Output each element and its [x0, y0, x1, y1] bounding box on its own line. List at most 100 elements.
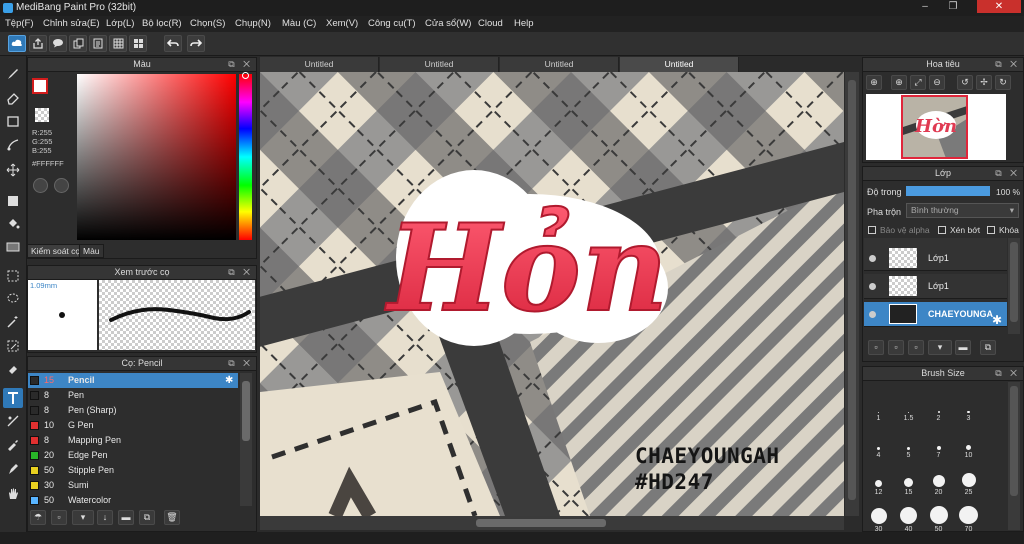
- menu-help[interactable]: Help: [514, 18, 534, 29]
- magic-wand-icon[interactable]: [3, 312, 23, 332]
- brush-list-item[interactable]: 30 Sumi: [28, 478, 238, 493]
- brush-size-option[interactable]: 7: [924, 432, 953, 460]
- brush-size-option[interactable]: 12: [864, 469, 893, 497]
- dot-tool-icon[interactable]: [3, 135, 23, 155]
- grid-icon[interactable]: [109, 35, 127, 52]
- protect-alpha-checkbox[interactable]: [868, 226, 876, 234]
- layer-row[interactable]: Lớp1: [864, 246, 1007, 271]
- tab-document-3[interactable]: Untitled: [500, 57, 619, 72]
- brush-size-option[interactable]: 15: [894, 469, 923, 497]
- opacity-slider[interactable]: [906, 186, 990, 196]
- select-pen-icon[interactable]: [3, 336, 23, 356]
- menu-filter[interactable]: Bộ lọc(R): [142, 18, 182, 29]
- brush-size-option[interactable]: 10: [954, 432, 983, 460]
- tab-brush-control[interactable]: Kiểm soát cọ: [27, 244, 85, 258]
- add-brush-icon[interactable]: ☂: [30, 510, 46, 525]
- duplicate-layer-icon[interactable]: ⧉: [980, 340, 996, 355]
- tab-document-1[interactable]: Untitled: [260, 57, 379, 72]
- clip-checkbox[interactable]: [938, 226, 946, 234]
- panel-buttons[interactable]: ⧉ ✕: [228, 357, 253, 370]
- brush-size-option[interactable]: 30: [864, 506, 893, 534]
- close-button[interactable]: ✕: [977, 0, 1021, 13]
- brush-size-option[interactable]: 2: [924, 395, 953, 423]
- brush-size-scrollbar[interactable]: [1008, 382, 1020, 530]
- layer-folder-icon[interactable]: ▬: [955, 340, 971, 355]
- zoom-in-icon[interactable]: ⊕: [866, 75, 882, 90]
- lasso-tool-icon[interactable]: [3, 289, 23, 309]
- panel-buttons[interactable]: ⧉ ✕: [995, 58, 1020, 71]
- layer-row[interactable]: CHAEYOUNGA: [864, 302, 1007, 327]
- lock-checkbox[interactable]: [987, 226, 995, 234]
- eye-icon[interactable]: [869, 283, 876, 290]
- transparent-swatch[interactable]: [35, 108, 49, 122]
- divide-tool-icon[interactable]: [3, 411, 23, 431]
- move-tool-icon[interactable]: [3, 160, 23, 180]
- panel-buttons[interactable]: ⧉ ✕: [995, 167, 1020, 180]
- brush-list-item[interactable]: 50 Watercolor: [28, 493, 238, 508]
- new-layer-2-icon[interactable]: ▫: [888, 340, 904, 355]
- brush-size-option[interactable]: 20: [924, 469, 953, 497]
- eyedropper-tool-icon[interactable]: [3, 434, 23, 454]
- brush-size-option[interactable]: 25: [954, 469, 983, 497]
- layer-row[interactable]: Lớp1: [864, 274, 1007, 299]
- duplicate-brush-icon[interactable]: ⧉: [139, 510, 155, 525]
- rotate-left-icon[interactable]: ↺: [957, 75, 973, 90]
- panel-buttons[interactable]: ⧉ ✕: [228, 58, 253, 71]
- brush-size-scroll-thumb[interactable]: [1010, 386, 1018, 496]
- eye-icon[interactable]: [869, 255, 876, 262]
- brush-size-option[interactable]: 1.5: [894, 395, 923, 423]
- saturation-value-picker[interactable]: [77, 74, 236, 240]
- new-brush-icon[interactable]: ▫: [51, 510, 67, 525]
- palette-settings-icon[interactable]: [54, 178, 69, 193]
- fit-screen-icon[interactable]: ⤢: [910, 75, 926, 90]
- menu-cloud[interactable]: Cloud: [478, 18, 503, 29]
- brush-settings-gear-icon[interactable]: ✱: [225, 375, 233, 386]
- restore-button[interactable]: ❐: [940, 0, 966, 13]
- tab-document-2[interactable]: Untitled: [380, 57, 499, 72]
- brush-list-item[interactable]: 8 Mapping Pen: [28, 433, 238, 448]
- folder-icon[interactable]: ▬: [118, 510, 134, 525]
- panel-buttons[interactable]: ⧉ ✕: [995, 367, 1020, 380]
- brush-size-option[interactable]: 3: [954, 395, 983, 423]
- pen-nib-icon[interactable]: [3, 459, 23, 479]
- fill-rect-tool-icon[interactable]: [3, 191, 23, 211]
- rotate-right-icon[interactable]: ↻: [995, 75, 1011, 90]
- cloud-icon[interactable]: [8, 35, 26, 52]
- brush-size-option[interactable]: 1: [864, 395, 893, 423]
- zoom-out-icon[interactable]: ⊖: [929, 75, 945, 90]
- zoom-in-2-icon[interactable]: ⊕: [891, 75, 907, 90]
- text-tool-icon[interactable]: [3, 388, 23, 408]
- menu-tools[interactable]: Công cụ(T): [368, 18, 416, 29]
- canvas-horizontal-scrollbar[interactable]: [260, 516, 844, 530]
- hand-tool-icon[interactable]: [3, 484, 23, 504]
- download-brush-icon[interactable]: ↓: [97, 510, 113, 525]
- navigator-viewport[interactable]: Hờn: [901, 95, 968, 159]
- menu-capture[interactable]: Chụp(N): [235, 18, 271, 29]
- menu-select[interactable]: Chọn(S): [190, 18, 225, 29]
- canvas-vertical-scrollbar[interactable]: [845, 72, 859, 516]
- eye-icon[interactable]: [869, 311, 876, 318]
- canvas-horizontal-scroll-thumb[interactable]: [476, 519, 606, 527]
- palette-icon[interactable]: [33, 178, 48, 193]
- hue-slider[interactable]: [239, 74, 252, 240]
- canvas-vertical-scroll-thumb[interactable]: [848, 80, 856, 500]
- layer-scrollbar[interactable]: [1008, 238, 1020, 334]
- brush-list-item[interactable]: 8 Pen: [28, 388, 238, 403]
- brush-menu-icon[interactable]: ▾: [72, 510, 94, 525]
- layer-row-partial[interactable]: [864, 238, 1007, 246]
- brush-size-option[interactable]: 50: [924, 506, 953, 534]
- layer-settings-gear-icon[interactable]: ✱: [992, 313, 1002, 327]
- reset-rotation-icon[interactable]: ✢: [976, 75, 992, 90]
- tab-color[interactable]: Màu: [79, 244, 104, 258]
- trash-icon[interactable]: 🗑: [164, 510, 180, 525]
- brush-list-item[interactable]: 10 G Pen: [28, 418, 238, 433]
- redo-icon[interactable]: [187, 35, 205, 52]
- eraser-tool-icon[interactable]: [3, 88, 23, 108]
- foreground-color-swatch[interactable]: [32, 78, 48, 94]
- menu-file[interactable]: Tệp(F): [5, 18, 34, 29]
- copy-icon[interactable]: [69, 35, 87, 52]
- layer-menu-icon[interactable]: ▾: [928, 340, 952, 355]
- tiles-icon[interactable]: [129, 35, 147, 52]
- brush-tool-icon[interactable]: [3, 64, 23, 84]
- tab-document-4[interactable]: Untitled: [620, 57, 739, 72]
